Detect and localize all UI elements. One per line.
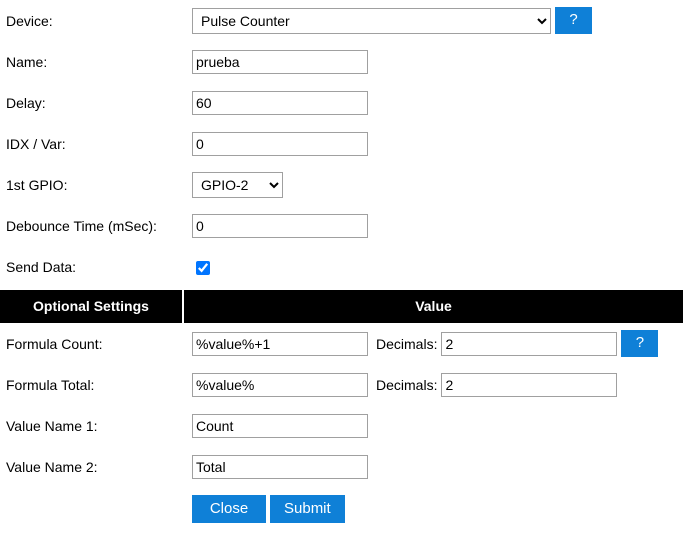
device-label: Device: [6, 12, 53, 29]
idx-var-input[interactable] [192, 131, 368, 156]
formula-count-field-cell: Decimals:? [192, 323, 683, 364]
delay-label: Delay: [6, 94, 46, 111]
form-actions: Close Submit [0, 487, 683, 523]
formula-total-field-cell: Decimals: [192, 364, 683, 405]
formula-total-decimals-input[interactable] [441, 372, 618, 397]
delay-input[interactable] [192, 90, 368, 115]
form-row-name: Name: [0, 41, 683, 82]
device-select[interactable]: Pulse Counter [192, 7, 551, 34]
form-row-send-data: Send Data: [0, 246, 683, 287]
form-row-first-gpio: 1st GPIO: GPIO-2 [0, 164, 683, 205]
value-name-2-input[interactable] [192, 454, 368, 479]
submit-button[interactable]: Submit [270, 495, 345, 523]
device-help-button[interactable]: ? [555, 7, 592, 34]
formula-count-label: Formula Count: [6, 335, 103, 352]
form-row-value-name-1: Value Name 1: [0, 405, 683, 446]
form-row-formula-total: Formula Total: Decimals: [0, 364, 683, 405]
optional-settings-column-header: Optional Settings [0, 290, 184, 323]
debounce-time-field-cell [192, 205, 683, 246]
value-name-2-label: Value Name 2: [6, 458, 98, 475]
name-field-cell [192, 41, 683, 82]
idx-var-label: IDX / Var: [6, 135, 66, 152]
form-row-device: Device: Pulse Counter ? [0, 0, 683, 41]
value-column-header: Value [415, 298, 452, 314]
send-data-label: Send Data: [6, 258, 77, 275]
value-name-1-field-cell [192, 405, 683, 446]
form-row-value-name-2: Value Name 2: [0, 446, 683, 487]
send-data-checkbox[interactable] [196, 260, 210, 275]
value-name-1-label: Value Name 1: [6, 417, 98, 434]
formula-help-button[interactable]: ? [621, 330, 659, 357]
value-name-1-input[interactable] [192, 413, 368, 438]
device-field-cell: Pulse Counter ? [192, 0, 683, 41]
name-label: Name: [6, 53, 48, 70]
formula-total-decimals-label: Decimals: [376, 376, 438, 393]
close-button[interactable]: Close [192, 495, 266, 523]
form-row-delay: Delay: [0, 82, 683, 123]
name-input[interactable] [192, 49, 368, 74]
formula-count-decimals-input[interactable] [441, 331, 618, 356]
form-row-idx-var: IDX / Var: [0, 123, 683, 164]
first-gpio-label: 1st GPIO: [6, 176, 68, 193]
optional-settings-form: Formula Count: Decimals:? Formula Total:… [0, 323, 683, 487]
form-row-debounce-time: Debounce Time (mSec): [0, 205, 683, 246]
first-gpio-field-cell: GPIO-2 [192, 164, 683, 205]
form-row-formula-count: Formula Count: Decimals:? [0, 323, 683, 364]
debounce-time-input[interactable] [192, 213, 368, 238]
debounce-time-label: Debounce Time (mSec): [6, 217, 157, 234]
delay-field-cell [192, 82, 683, 123]
formula-count-input[interactable] [192, 331, 368, 356]
formula-count-decimals-label: Decimals: [376, 335, 438, 352]
formula-total-label: Formula Total: [6, 376, 95, 393]
send-data-field-cell [192, 246, 683, 287]
first-gpio-select[interactable]: GPIO-2 [192, 171, 283, 198]
optional-settings-header: Optional Settings Value [0, 290, 683, 323]
value-name-2-field-cell [192, 446, 683, 487]
idx-var-field-cell [192, 123, 683, 164]
device-settings-form: Device: Pulse Counter ? Name: Delay: IDX… [0, 0, 683, 287]
formula-total-input[interactable] [192, 372, 368, 397]
